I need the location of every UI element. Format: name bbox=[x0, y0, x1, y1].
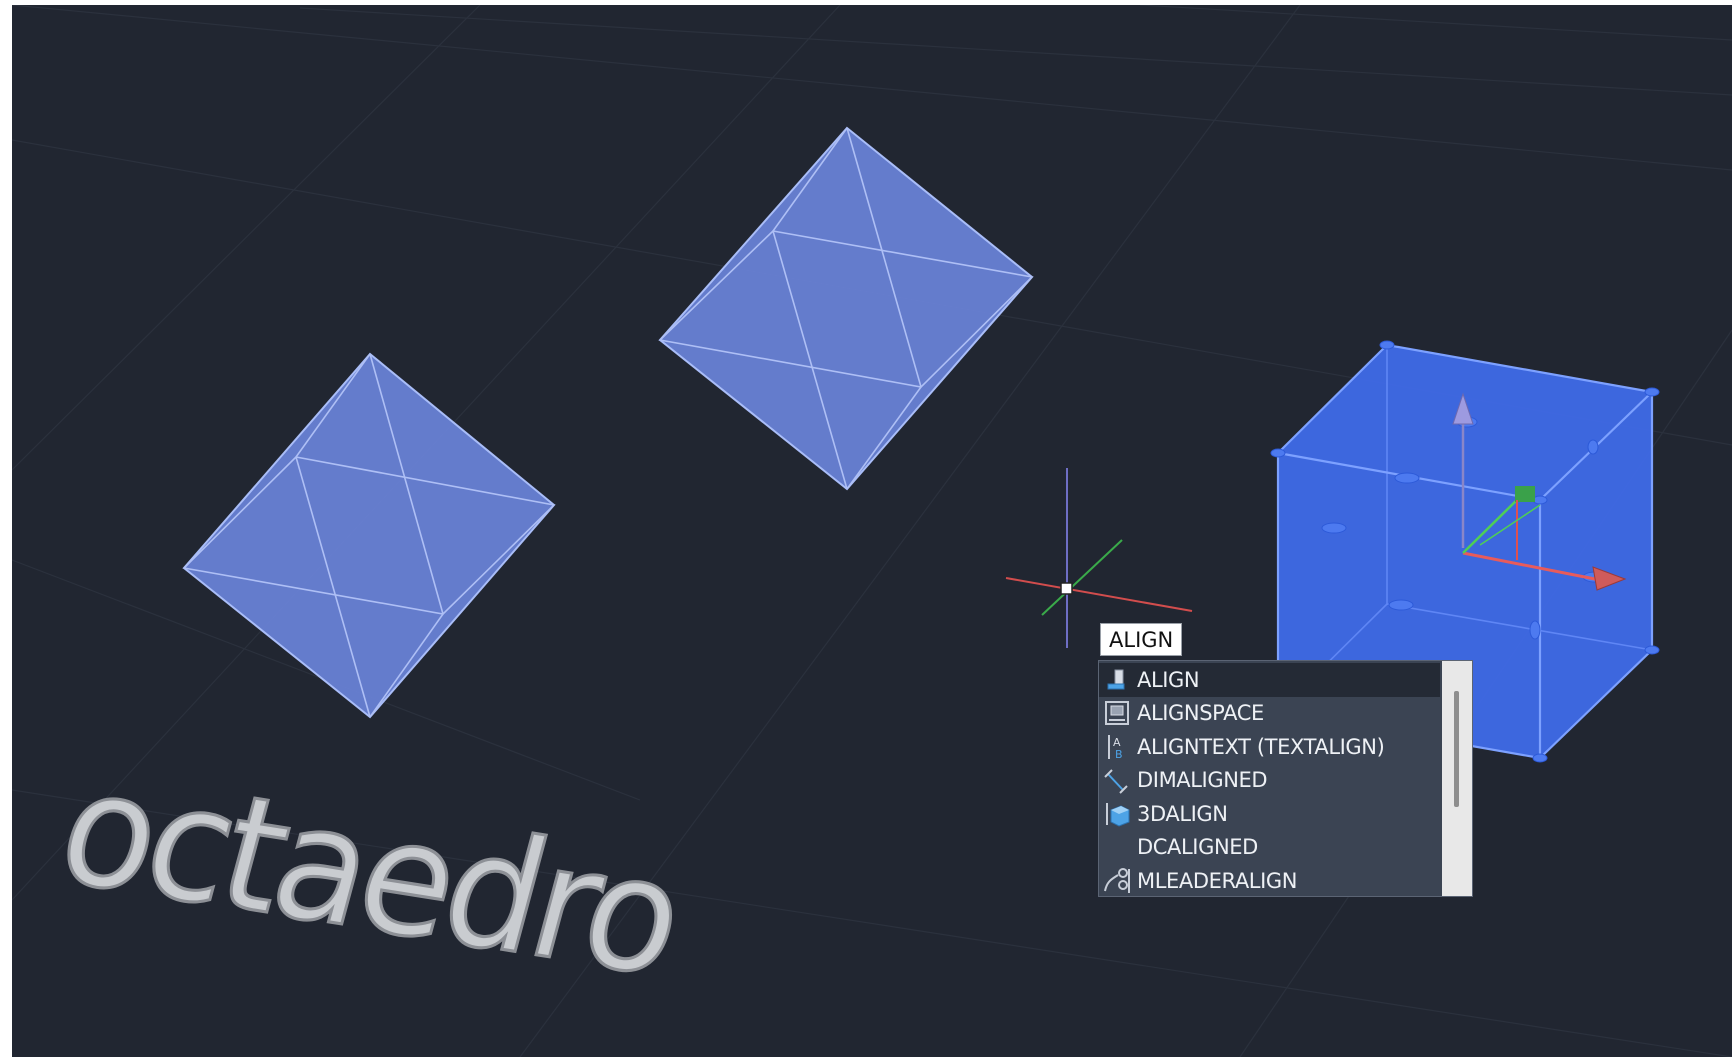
command-autocomplete-list[interactable]: ALIGN ALIGNSPACE A B ALIGNTEXT (TEXTALIG bbox=[1098, 660, 1473, 897]
octahedron-left[interactable] bbox=[182, 352, 556, 719]
autocomplete-item-3dalign[interactable]: 3DALIGN bbox=[1099, 797, 1440, 831]
drawing-viewport[interactable]: octaedro bbox=[12, 5, 1732, 1057]
autocomplete-item-label: DIMALIGNED bbox=[1137, 768, 1268, 793]
autocomplete-item-alignspace[interactable]: ALIGNSPACE bbox=[1099, 697, 1440, 731]
alignspace-icon bbox=[1099, 697, 1135, 730]
text-3d-octaedro[interactable]: octaedro bbox=[41, 736, 699, 1013]
autocomplete-item-align[interactable]: ALIGN bbox=[1099, 663, 1440, 697]
autocomplete-item-label: 3DALIGN bbox=[1137, 801, 1228, 826]
aligntext-icon: A B bbox=[1099, 730, 1135, 763]
mleaderalign-icon bbox=[1099, 864, 1135, 897]
autocomplete-item-label: ALIGNTEXT (TEXTALIGN) bbox=[1137, 734, 1385, 759]
octahedron-middle[interactable] bbox=[658, 126, 1034, 491]
autocomplete-scrollbar[interactable] bbox=[1442, 661, 1472, 896]
autocomplete-item-label: ALIGNSPACE bbox=[1137, 701, 1264, 726]
3dalign-icon bbox=[1099, 797, 1135, 830]
autocomplete-item-label: DCALIGNED bbox=[1137, 835, 1258, 860]
crosshair-cursor bbox=[1005, 468, 1193, 648]
autocomplete-item-label: MLEADERALIGN bbox=[1137, 868, 1298, 893]
octahedron-middle-silhouette bbox=[658, 126, 1034, 491]
command-input[interactable]: ALIGN bbox=[1100, 623, 1183, 656]
octahedron-left-silhouette bbox=[182, 352, 556, 719]
autocomplete-item-label: ALIGN bbox=[1137, 667, 1200, 692]
align-icon bbox=[1099, 663, 1135, 696]
scrollbar-thumb[interactable] bbox=[1454, 691, 1459, 807]
autocomplete-item-dimaligned[interactable]: DIMALIGNED bbox=[1099, 764, 1440, 798]
autocomplete-item-dcaligned[interactable]: DCALIGNED bbox=[1099, 831, 1440, 865]
autocomplete-item-aligntext[interactable]: A B ALIGNTEXT (TEXTALIGN) bbox=[1099, 730, 1440, 764]
blank-icon bbox=[1099, 831, 1135, 864]
dimaligned-icon bbox=[1099, 764, 1135, 797]
svg-text:B: B bbox=[1115, 748, 1122, 761]
autocomplete-item-mleaderalign[interactable]: MLEADERALIGN bbox=[1099, 864, 1440, 898]
